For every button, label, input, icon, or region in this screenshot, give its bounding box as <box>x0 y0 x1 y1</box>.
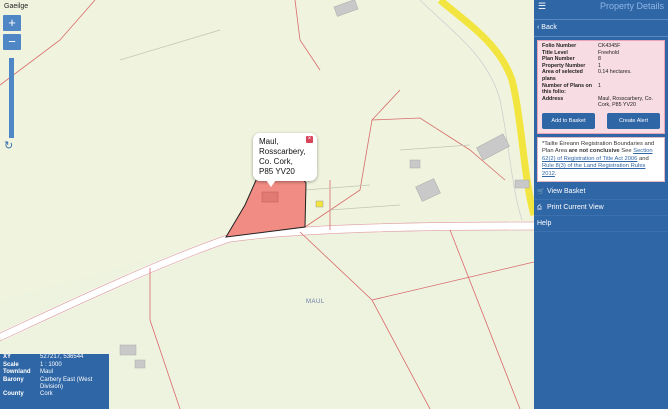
notice-bold: are not conclusive <box>568 148 620 155</box>
info-row: Townland Maul <box>0 369 109 377</box>
panel-header: ☰ Property Details <box>534 0 668 13</box>
detail-key: Plan Number <box>542 56 575 63</box>
close-icon[interactable]: × <box>306 136 313 143</box>
map-view[interactable]: Gaeilge + − ↻ Maul, Rosscarbery, Co. Cor… <box>0 0 534 409</box>
detail-row: Area of selected plans 0.14 hectares. <box>542 69 660 82</box>
info-key: XY <box>3 354 12 360</box>
notice-mid: and <box>637 155 649 162</box>
info-value: Maul <box>40 369 54 375</box>
panel-title: Property Details <box>599 1 664 11</box>
zoom-out-button[interactable]: − <box>3 34 21 50</box>
detail-row: Title Level Freehold <box>542 50 660 57</box>
detail-value: Maul, Rosscarbery, Co. Cork, P85 YV20 <box>598 95 653 109</box>
zoom-in-button[interactable]: + <box>3 15 21 31</box>
detail-row: Address Maul, Rosscarbery, Co. Cork, P85 … <box>542 96 660 109</box>
print-current-view-link[interactable]: ⎙ Print Current View <box>534 200 668 217</box>
info-key: Scale <box>3 361 19 368</box>
detail-key: Property Number <box>542 62 586 69</box>
help-link[interactable]: Help <box>534 216 668 233</box>
detail-key: Title Level <box>542 49 568 56</box>
popup-line: Co. Cork, <box>259 157 293 166</box>
detail-key: Area of selected plans <box>542 69 583 82</box>
detail-row: Folio Number CK4345F <box>542 43 660 50</box>
townland-label: MAUL <box>306 299 325 305</box>
info-row: Barony Carbery East (West Division) <box>0 377 109 391</box>
print-label: Print Current View <box>547 204 604 212</box>
back-label: Back <box>541 24 557 31</box>
detail-key: Address <box>542 95 564 102</box>
detail-row: Number of Plans on this folio: 1 <box>542 83 660 96</box>
popup-line: P85 YV20 <box>259 167 295 176</box>
printer-icon: ⎙ <box>537 205 542 212</box>
detail-row: Property Number 1 <box>542 63 660 70</box>
info-key: County <box>3 390 24 397</box>
address-popup: Maul, Rosscarbery, Co. Cork, P85 YV20 × <box>253 133 317 181</box>
info-value: 1 : 1000 <box>40 361 62 368</box>
detail-value: 8 <box>598 56 601 63</box>
create-alert-button[interactable]: Create Alert <box>607 112 660 129</box>
detail-value: Freehold <box>598 49 619 56</box>
info-row: XY 527217, 536544 <box>0 354 109 362</box>
info-row: Scale 1 : 1000 <box>0 362 109 370</box>
info-value: Cork <box>40 390 53 397</box>
detail-value: 1 <box>598 62 601 69</box>
basket-icon: 🛒 <box>537 189 545 196</box>
popup-line: Maul, <box>259 137 279 146</box>
info-key: Barony <box>3 376 24 383</box>
notice-suffix: . <box>554 170 557 177</box>
detail-key: Folio Number <box>542 43 577 49</box>
view-basket-label: View Basket <box>547 188 586 196</box>
info-row: County Cork <box>0 391 109 399</box>
map-info-box: XY 527217, 536544 Scale 1 : 1000 Townland M… <box>0 354 109 409</box>
info-key: Townland <box>3 369 31 375</box>
popup-line: Rosscarbery, <box>259 147 306 156</box>
view-basket-link[interactable]: 🛒 View Basket <box>534 184 668 201</box>
detail-value: 0.14 hectares. <box>598 69 632 76</box>
detail-key: Number of Plans on this folio: <box>542 82 593 96</box>
menu-icon[interactable]: ☰ <box>538 1 546 11</box>
language-link[interactable]: Gaeilge <box>4 3 28 10</box>
map-canvas <box>0 0 534 409</box>
back-button[interactable]: ‹ Back <box>534 19 668 37</box>
property-details-card: Folio Number CK4345F Title Level Freehold … <box>537 40 665 134</box>
property-panel: ☰ Property Details ‹ Back Folio Number CK… <box>534 0 668 409</box>
zoom-slider[interactable] <box>9 58 14 138</box>
detail-row: Plan Number 8 <box>542 56 660 63</box>
notice-mid: See <box>619 148 634 155</box>
info-value: 527217, 536544 <box>40 354 84 360</box>
detail-value: 1 <box>598 82 601 89</box>
popup-tail <box>266 180 276 187</box>
refresh-icon[interactable]: ↻ <box>4 140 16 152</box>
detail-value: CK4345F <box>598 43 621 49</box>
disclaimer-notice: *Tailte Éireann Registration Boundaries … <box>537 136 665 183</box>
add-to-basket-button[interactable]: Add to Basket <box>542 112 595 129</box>
info-value: Carbery East (West Division) <box>40 376 93 390</box>
rule-8-link[interactable]: Rule 8(3) of the Land Registration Rules… <box>542 163 645 177</box>
